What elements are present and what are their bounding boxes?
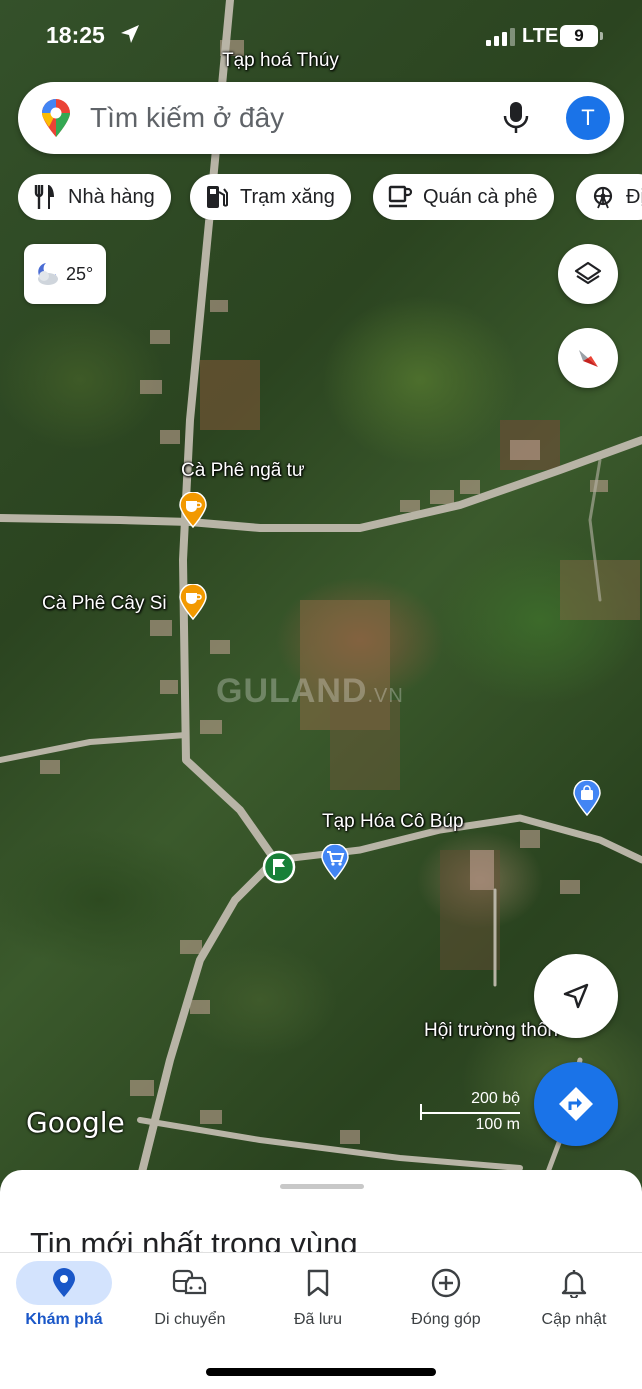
commute-icon <box>172 1269 207 1295</box>
category-chips: Nhà hàng Trạm xăng Quán cà phê Đị <box>18 174 642 220</box>
sheet-grabber[interactable] <box>280 1184 364 1189</box>
location-arrow-icon <box>121 25 139 43</box>
tab-saved[interactable]: Đã lưu <box>254 1253 382 1343</box>
navigation-arrow-icon <box>563 983 589 1009</box>
status-bar: 18:25 LTE 9 <box>0 0 642 70</box>
shopping-cart-pin-icon[interactable] <box>320 844 350 880</box>
bell-icon <box>561 1270 587 1298</box>
layers-button[interactable] <box>558 244 618 304</box>
gas-pump-icon <box>204 184 230 210</box>
partly-cloudy-night-icon <box>38 263 58 285</box>
google-maps-logo-icon <box>42 99 70 137</box>
compass-icon <box>579 350 598 367</box>
avatar[interactable]: T <box>566 96 610 140</box>
chip-cafes[interactable]: Quán cà phê <box>373 174 554 220</box>
tab-contribute[interactable]: Đóng góp <box>382 1253 510 1343</box>
cafe-pin-icon[interactable] <box>178 492 208 528</box>
add-circle-icon <box>431 1268 461 1298</box>
flag-pin-icon[interactable] <box>262 850 296 884</box>
directions-button[interactable] <box>534 1062 618 1146</box>
location-pin-icon <box>53 1268 75 1297</box>
microphone-icon[interactable] <box>500 100 532 136</box>
tab-explore[interactable]: Khám phá <box>0 1253 128 1343</box>
chip-gas-stations[interactable]: Trạm xăng <box>190 174 351 220</box>
map-label-ca-phe-nga-tu[interactable]: Cà Phê ngã tư <box>181 460 305 482</box>
tab-updates[interactable]: Cập nhật <box>510 1253 638 1343</box>
weather-temp: 25° <box>66 263 94 284</box>
fork-knife-icon <box>32 184 58 210</box>
weather-widget[interactable]: 25° <box>24 244 106 304</box>
home-indicator[interactable] <box>206 1368 436 1376</box>
directions-icon <box>559 1087 593 1121</box>
coffee-cup-icon <box>387 184 413 210</box>
cellular-signal-icon <box>486 28 515 46</box>
search-input[interactable] <box>90 96 490 140</box>
map-label-ca-phe-cay-si[interactable]: Cà Phê Cây Si <box>42 593 167 615</box>
my-location-button[interactable] <box>534 954 618 1038</box>
search-bar[interactable]: T <box>18 82 624 154</box>
network-type: LTE <box>522 25 559 47</box>
chip-restaurants[interactable]: Nhà hàng <box>18 174 171 220</box>
bottom-sheet[interactable]: Tin mới nhất trong vùng <box>0 1170 642 1260</box>
map-label-tap-hoa-co-bup[interactable]: Tạp Hóa Cô Búp <box>322 811 464 833</box>
chip-attractions[interactable]: Đị <box>576 174 642 220</box>
watermark: GULAND.VN <box>216 672 404 710</box>
map-scale: 200 bộ 100 m <box>420 1090 520 1136</box>
clock: 18:25 <box>46 22 105 48</box>
shopping-bag-pin-icon[interactable] <box>572 780 602 816</box>
bookmark-icon <box>307 1269 329 1297</box>
ferris-wheel-icon <box>590 184 616 210</box>
compass-button[interactable] <box>558 328 618 388</box>
google-logo: Google <box>26 1106 125 1139</box>
tab-commute[interactable]: Di chuyển <box>126 1253 254 1343</box>
map-label-hoi-truong[interactable]: Hội trường thôn <box>424 1020 558 1042</box>
layers-icon <box>574 261 602 285</box>
cafe-pin-icon[interactable] <box>178 584 208 620</box>
battery-icon: 9 <box>560 25 603 47</box>
